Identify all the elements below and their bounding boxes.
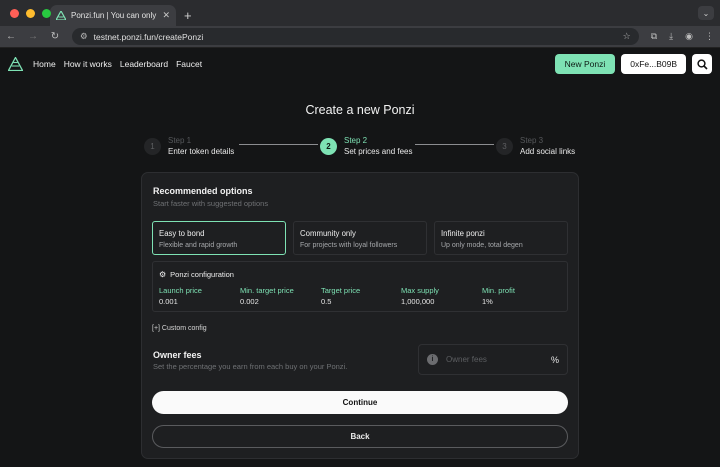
config-label: Min. profit <box>482 286 515 295</box>
step-label: Enter token details <box>168 147 235 156</box>
step-1[interactable]: 1 Step 1 Enter token details <box>144 136 234 157</box>
download-icon[interactable]: ⤓ <box>669 31 673 42</box>
url-text: testnet.ponzi.fun/createPonzi <box>93 31 204 42</box>
profile-icon[interactable]: ◉ <box>685 31 693 42</box>
continue-button[interactable]: Continue <box>152 391 568 414</box>
bookmark-star-icon[interactable]: ☆ <box>623 31 631 42</box>
config-value: 1,000,000 <box>401 297 435 306</box>
step-3[interactable]: 3 Step 3 Add social links <box>496 136 575 157</box>
browser-tab[interactable]: Ponzi.fun | You can only sell h ✕ <box>50 5 176 26</box>
search-icon <box>696 58 708 70</box>
step-label: Add social links <box>520 147 576 156</box>
step-label: Set prices and fees <box>344 147 413 156</box>
config-value: 0.002 <box>240 297 259 306</box>
step-2[interactable]: 2 Step 2 Set prices and fees <box>320 136 412 157</box>
config-target-price: Target price 0.5 <box>321 286 360 308</box>
wallet-button[interactable]: 0xFe...B09B <box>621 54 686 74</box>
page-title: Create a new Ponzi <box>305 103 415 117</box>
config-value: 0.5 <box>321 297 332 306</box>
step-connector <box>239 144 318 145</box>
nav-how-it-works[interactable]: How it works <box>64 59 112 69</box>
step-number: 3 <box>496 138 513 155</box>
config-value: 1% <box>482 297 493 306</box>
step-kicker: Step 2 <box>344 136 368 145</box>
option-desc: Flexible and rapid growth <box>159 242 238 249</box>
back-button[interactable]: Back <box>152 425 568 448</box>
window-controls <box>10 9 51 18</box>
stepper: 1 Step 1 Enter token details 2 Step 2 Se… <box>144 136 584 166</box>
new-ponzi-button[interactable]: New Ponzi <box>554 54 616 74</box>
config-label: Min. target price <box>240 286 294 295</box>
option-title: Community only <box>300 229 356 238</box>
config-max-supply: Max supply 1,000,000 <box>401 286 439 308</box>
ponzi-configuration: ⚙ Ponzi configuration Launch price 0.001… <box>152 261 568 312</box>
menu-dots-icon[interactable]: ⋮ <box>705 31 714 42</box>
gear-icon: ⚙ <box>159 270 167 279</box>
step-kicker: Step 3 <box>520 136 544 145</box>
minimize-window-button[interactable] <box>26 9 35 18</box>
owner-fees-field[interactable]: i % <box>418 344 568 375</box>
forward-arrow-icon[interactable]: → <box>28 31 38 42</box>
option-community-only[interactable]: Community only For projects with loyal f… <box>293 221 427 255</box>
maximize-window-button[interactable] <box>42 9 51 18</box>
option-title: Infinite ponzi <box>441 229 485 238</box>
owner-fees-title: Owner fees <box>153 350 202 360</box>
step-number: 2 <box>320 138 337 155</box>
ponzi-logo-icon[interactable] <box>8 57 23 71</box>
nav-faucet[interactable]: Faucet <box>176 59 202 69</box>
address-bar[interactable]: ⚙ testnet.ponzi.fun/createPonzi ☆ <box>72 28 639 45</box>
tab-title: Ponzi.fun | You can only sell h <box>71 11 157 20</box>
option-infinite-ponzi[interactable]: Infinite ponzi Up only mode, total degen <box>434 221 568 255</box>
close-tab-icon[interactable]: ✕ <box>162 10 170 21</box>
config-label: Target price <box>321 286 361 295</box>
ponzi-favicon-icon <box>56 11 66 21</box>
recommended-title: Recommended options <box>153 186 253 196</box>
browser-tabbar: Ponzi.fun | You can only sell h ✕ + ⌄ <box>0 0 720 26</box>
nav-home[interactable]: Home <box>33 59 56 69</box>
search-button[interactable] <box>692 54 712 74</box>
prices-fees-card: Recommended options Start faster with su… <box>141 172 579 459</box>
browser-toolbar: ← → ↻ ⚙ testnet.ponzi.fun/createPonzi ☆ … <box>0 26 720 48</box>
info-icon: i <box>427 354 438 365</box>
config-label: Launch price <box>159 286 202 295</box>
option-desc: Up only mode, total degen <box>441 242 523 249</box>
owner-fees-input[interactable] <box>446 355 543 364</box>
recommended-subtitle: Start faster with suggested options <box>153 199 269 208</box>
config-title: Ponzi configuration <box>170 270 234 279</box>
config-label: Max supply <box>401 286 439 295</box>
nav-leaderboard[interactable]: Leaderboard <box>120 59 168 69</box>
tab-search-icon[interactable]: ⌄ <box>698 6 714 20</box>
site-settings-icon[interactable]: ⚙ <box>80 31 88 42</box>
option-title: Easy to bond <box>159 229 205 238</box>
config-launch-price: Launch price 0.001 <box>159 286 202 308</box>
step-kicker: Step 1 <box>168 136 192 145</box>
percent-unit: % <box>550 354 559 365</box>
option-easy-to-bond[interactable]: Easy to bond Flexible and rapid growth <box>152 221 286 255</box>
app-root: Home How it works Leaderboard Faucet New… <box>0 48 720 467</box>
back-arrow-icon[interactable]: ← <box>6 31 16 42</box>
close-window-button[interactable] <box>10 9 19 18</box>
owner-fees-subtitle: Set the percentage you earn from each bu… <box>153 362 348 371</box>
step-number: 1 <box>144 138 161 155</box>
option-desc: For projects with loyal followers <box>300 242 398 249</box>
step-connector <box>415 144 494 145</box>
extensions-icon[interactable]: ⧉ <box>651 31 657 42</box>
custom-config-toggle[interactable]: [+] Custom config <box>152 325 207 332</box>
top-navigation: Home How it works Leaderboard Faucet New… <box>0 48 720 80</box>
new-tab-icon[interactable]: + <box>184 8 192 23</box>
config-min-profit: Min. profit 1% <box>482 286 515 308</box>
reload-icon[interactable]: ↻ <box>50 31 60 42</box>
config-min-target-price: Min. target price 0.002 <box>240 286 294 308</box>
config-value: 0.001 <box>159 297 178 306</box>
